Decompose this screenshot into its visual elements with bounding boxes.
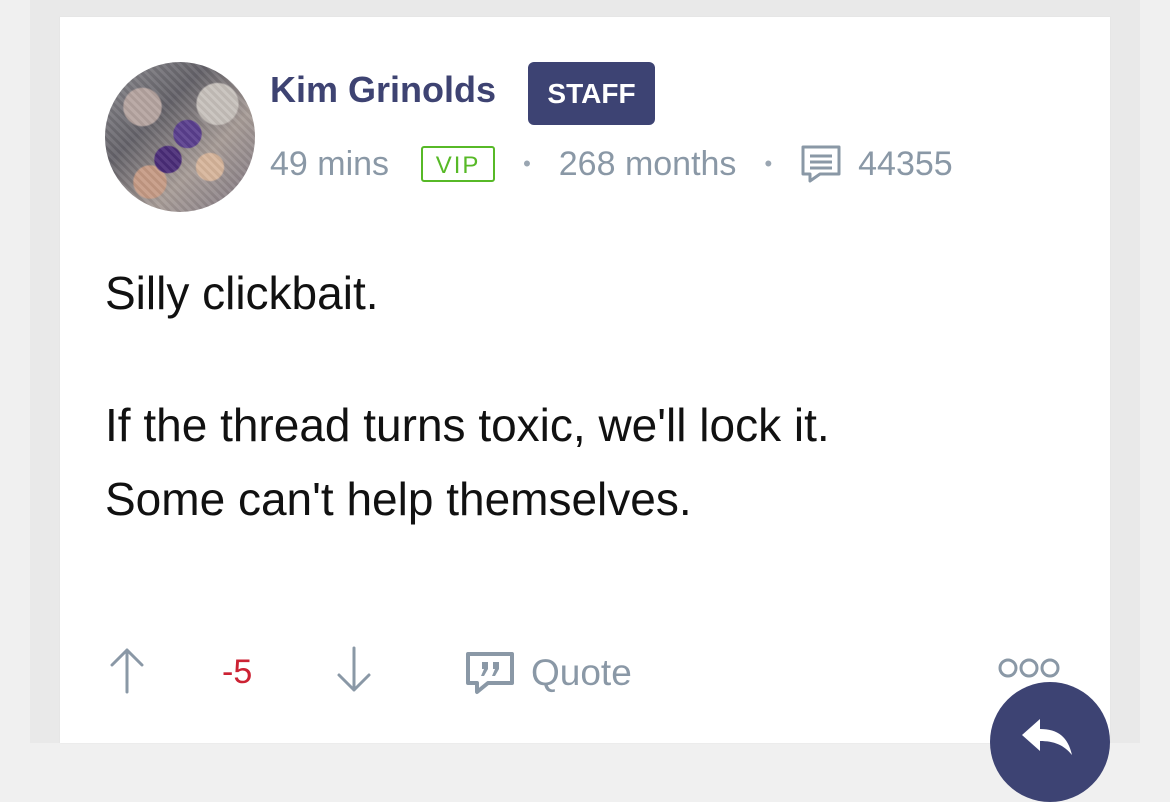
author-post-count: 44355 (858, 144, 953, 183)
comment-text-line: Silly clickbait. (105, 267, 379, 319)
quote-button[interactable]: Quote (465, 649, 632, 697)
arrow-up-icon[interactable] (108, 645, 146, 695)
quote-label: Quote (531, 652, 632, 693)
comment-text-line: Some can't help themselves. (105, 473, 692, 525)
post-meta: 49 mins VIP • 268 months • 44355 (270, 144, 953, 184)
reply-icon (1022, 719, 1072, 755)
member-tenure: 268 months (558, 144, 737, 183)
more-options-icon[interactable] (998, 657, 1060, 679)
vip-badge: VIP (421, 146, 496, 182)
comment-icon (800, 144, 842, 184)
comment-card: Kim Grinolds STAFF 49 mins VIP • 268 mon… (60, 17, 1110, 802)
vote-score: -5 (222, 653, 253, 691)
staff-badge: STAFF (528, 62, 655, 125)
meta-separator: • (523, 151, 531, 176)
arrow-down-icon[interactable] (335, 645, 373, 695)
comment-text-line: If the thread turns toxic, we'll lock it… (105, 399, 830, 451)
meta-separator: • (764, 151, 773, 176)
author-avatar[interactable] (105, 62, 255, 212)
reply-button[interactable] (990, 682, 1110, 802)
post-time: 49 mins (270, 144, 390, 183)
quote-icon (465, 651, 515, 695)
author-name[interactable]: Kim Grinolds (270, 72, 496, 108)
